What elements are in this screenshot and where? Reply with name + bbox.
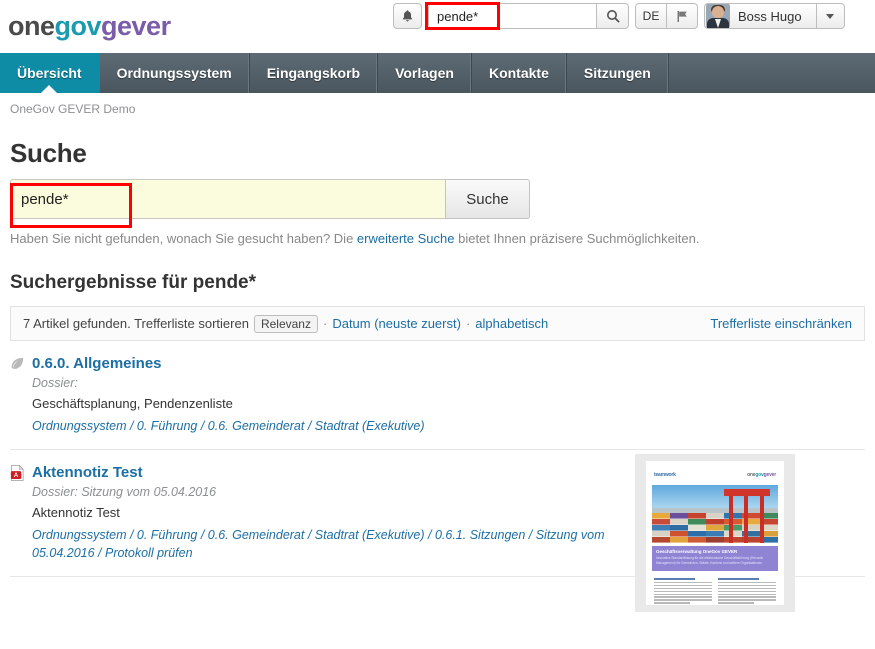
search-button[interactable]: Suche xyxy=(445,179,530,219)
search-icon xyxy=(606,10,620,23)
result-title-link[interactable]: 0.6.0. Allgemeines xyxy=(32,355,162,372)
user-button[interactable]: Boss Hugo xyxy=(704,3,817,29)
thumbnail-column xyxy=(718,577,776,606)
hint-text-after: bietet Ihnen präzisere Suchmöglichkeiten… xyxy=(454,231,700,246)
nav-item-sitzungen[interactable]: Sitzungen xyxy=(567,53,669,93)
advanced-search-hint: Haben Sie nicht gefunden, wonach Sie ges… xyxy=(10,231,865,246)
sort-option-datum[interactable]: Datum (neuste zuerst) xyxy=(332,316,461,331)
header-search-group xyxy=(428,3,629,29)
chevron-down-icon xyxy=(826,13,835,19)
flag-button[interactable] xyxy=(667,3,698,29)
thumbnail-logo-teamwork: teamwork xyxy=(654,471,676,478)
sort-option-alphabetisch[interactable]: alphabetisch xyxy=(475,316,548,331)
sort-separator-1: · xyxy=(322,316,328,331)
search-input[interactable] xyxy=(10,179,445,219)
user-name: Boss Hugo xyxy=(738,8,802,24)
logo-part-gever: gever xyxy=(101,11,171,41)
hint-text-before: Haben Sie nicht gefunden, wonach Sie ges… xyxy=(10,231,357,246)
nav-label: Eingangskorb xyxy=(266,65,361,81)
thumbnail-logos: teamwork onegovgever xyxy=(652,467,778,482)
logo-part-gov: gov xyxy=(54,11,102,41)
nav-label: Ordnungssystem xyxy=(116,65,232,81)
nav-item-ordnungssystem[interactable]: Ordnungssystem xyxy=(100,53,250,93)
results-title: Suchergebnisse für pende* xyxy=(10,272,257,293)
breadcrumb[interactable]: OneGov GEVER Demo xyxy=(0,93,875,118)
header-search-input[interactable] xyxy=(428,3,596,29)
nav-item-eingangskorb[interactable]: Eingangskorb xyxy=(250,53,379,93)
results-count: 7 Artikel gefunden. Trefferliste sortier… xyxy=(23,316,249,331)
svg-text:A: A xyxy=(14,472,19,478)
result-header: 0.6.0. Allgemeines xyxy=(10,355,865,372)
results-sort-group: 7 Artikel gefunden. Trefferliste sortier… xyxy=(23,314,548,333)
advanced-search-link[interactable]: erweiterte Suche xyxy=(357,231,455,246)
thumbnail-text-columns xyxy=(652,574,778,606)
language-button[interactable]: DE xyxy=(635,3,667,29)
thumbnail-photo xyxy=(652,485,778,543)
app-logo[interactable]: onegovgever xyxy=(8,13,171,40)
thumbnail-column xyxy=(654,577,712,606)
main-content: Suche Suche Haben Sie nicht gefunden, wo… xyxy=(0,138,875,613)
nav-item-kontakte[interactable]: Kontakte xyxy=(472,53,567,93)
thumbnail-banner: Geschäftsverwaltung OneGov GEVER Innovat… xyxy=(652,545,778,571)
thumbnail-logo-onegovgever: onegovgever xyxy=(747,471,776,478)
header-toolbar: DE Boss Hugo xyxy=(393,3,845,29)
avatar xyxy=(706,4,730,28)
thumbnail-banner-subtitle: Innovative Standardlösung für die elektr… xyxy=(656,555,764,565)
search-result-item: 0.6.0. Allgemeines Dossier: Geschäftspla… xyxy=(10,341,865,451)
bell-icon xyxy=(402,10,413,22)
result-meta: Dossier: xyxy=(32,376,78,390)
result-thumbnail[interactable]: teamwork onegovgever Geschäftsverwaltung… xyxy=(635,454,795,613)
results-toolbar: 7 Artikel gefunden. Trefferliste sortier… xyxy=(10,306,865,341)
nav-item-uebersicht[interactable]: Übersicht xyxy=(0,53,100,93)
nav-label: Vorlagen xyxy=(395,65,454,81)
flag-icon xyxy=(677,10,687,22)
nav-filler xyxy=(669,53,875,93)
logo-part-one: one xyxy=(8,11,55,41)
result-description: Geschäftsplanung, Pendenzenliste xyxy=(32,396,233,411)
header-search-button[interactable] xyxy=(596,3,629,29)
thumbnail-page: teamwork onegovgever Geschäftsverwaltung… xyxy=(646,461,784,606)
app-header: onegovgever DE xyxy=(0,0,875,53)
notifications-button[interactable] xyxy=(393,3,422,29)
main-navigation: Übersicht Ordnungssystem Eingangskorb Vo… xyxy=(0,53,875,93)
search-result-item: A Aktennotiz Test Dossier: Sitzung vom 0… xyxy=(10,450,865,613)
user-menu-group: Boss Hugo xyxy=(704,3,845,29)
sort-option-relevanz[interactable]: Relevanz xyxy=(253,314,318,333)
nav-item-vorlagen[interactable]: Vorlagen xyxy=(378,53,472,93)
nav-label: Kontakte xyxy=(488,65,549,81)
search-form: Suche xyxy=(10,179,530,219)
result-path[interactable]: Ordnungssystem / 0. Führung / 0.6. Gemei… xyxy=(32,417,632,435)
sort-separator-2: · xyxy=(465,316,471,331)
crane-icon xyxy=(724,489,770,543)
user-menu-toggle[interactable] xyxy=(816,3,845,29)
nav-label: Übersicht xyxy=(17,65,82,81)
result-path[interactable]: Ordnungssystem / 0. Führung / 0.6. Gemei… xyxy=(32,526,632,562)
pdf-icon: A xyxy=(10,464,24,481)
page-title: Suche xyxy=(10,138,87,168)
leaf-icon xyxy=(11,357,24,369)
nav-label: Sitzungen xyxy=(583,65,651,81)
thumbnail-banner-title: Geschäftsverwaltung OneGov GEVER xyxy=(656,548,738,554)
result-title-link[interactable]: Aktennotiz Test xyxy=(32,464,143,481)
refine-results-link[interactable]: Trefferliste einschränken xyxy=(710,316,852,331)
language-group: DE xyxy=(635,3,698,29)
